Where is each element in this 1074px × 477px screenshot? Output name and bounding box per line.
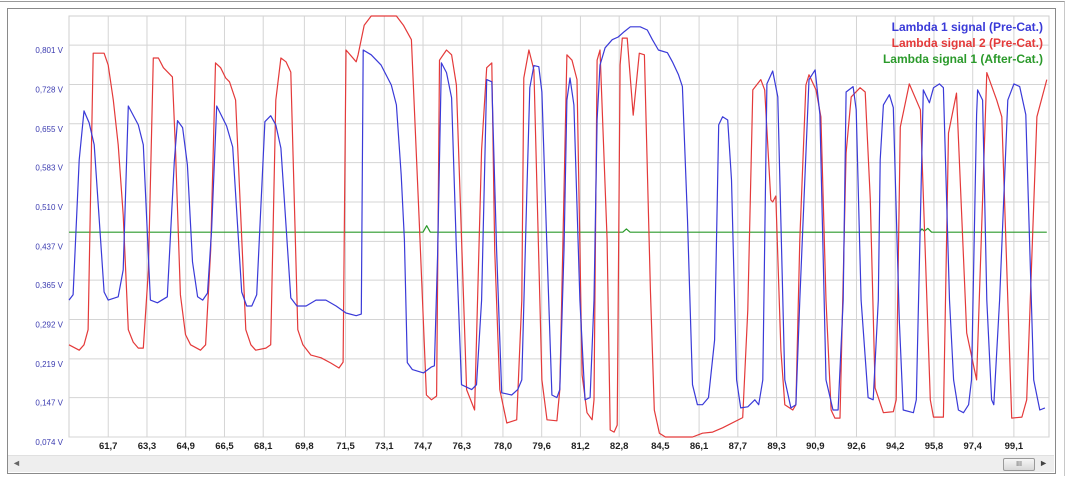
legend-entry-series-2: Lambda signal 2 (Pre-Cat.) (892, 36, 1043, 50)
scroll-right-arrow-icon[interactable]: ► (1039, 458, 1048, 468)
y-tick-label: 0,074 V (35, 438, 63, 447)
legend: Lambda 1 signal (Pre-Cat.) Lambda signal… (883, 20, 1043, 66)
x-tick-label: 92,6 (847, 441, 866, 452)
x-tick-label: 63,3 (138, 441, 157, 452)
x-tick-label: 82,8 (610, 441, 629, 452)
x-tick-label: 74,7 (414, 441, 433, 452)
x-tick-label: 61,7 (99, 441, 118, 452)
x-tick-label: 97,4 (963, 441, 982, 452)
x-tick-label: 84,5 (651, 441, 670, 452)
legend-entry-series-1: Lambda 1 signal (Pre-Cat.) (892, 20, 1043, 34)
x-tick-label: 68,1 (254, 441, 273, 452)
horizontal-scrollbar[interactable]: ◄ III ► (8, 455, 1054, 472)
y-axis-ticks: 0,801 V 0,728 V 0,655 V 0,583 V 0,510 V 0,437… (35, 46, 63, 447)
y-tick-label: 0,728 V (35, 85, 63, 94)
legend-entry-series-3: Lambda signal 1 (After-Cat.) (883, 52, 1043, 66)
x-tick-label: 76,3 (453, 441, 472, 452)
x-tick-label: 94,2 (886, 441, 905, 452)
x-tick-label: 78,0 (494, 441, 513, 452)
x-tick-label: 79,6 (532, 441, 551, 452)
x-tick-label: 95,8 (925, 441, 944, 452)
x-tick-label: 87,7 (729, 441, 748, 452)
x-tick-label: 90,9 (806, 441, 825, 452)
scroll-left-arrow-icon[interactable]: ◄ (12, 458, 21, 468)
x-tick-label: 86,1 (690, 441, 709, 452)
y-tick-label: 0,219 V (35, 360, 63, 369)
y-tick-label: 0,510 V (35, 203, 63, 212)
y-tick-label: 0,147 V (35, 399, 63, 408)
x-tick-label: 81,2 (571, 441, 590, 452)
x-tick-label: 71,5 (336, 441, 355, 452)
x-tick-label: 73,1 (375, 441, 394, 452)
x-tick-label: 64,9 (176, 441, 195, 452)
x-tick-label: 66,5 (215, 441, 234, 452)
y-tick-label: 0,437 V (35, 242, 63, 251)
y-tick-label: 0,583 V (35, 164, 63, 173)
x-tick-label: 69,8 (295, 441, 314, 452)
x-axis-ticks: 61,7 63,3 64,9 66,5 68,1 69,8 71,5 73,1 74,7 76,3… (99, 441, 1024, 452)
scrollbar-thumb[interactable]: III (1003, 458, 1035, 471)
lambda-signal-chart: 0,801 V 0,728 V 0,655 V 0,583 V 0,510 V 0,437… (35, 15, 1050, 452)
y-tick-label: 0,801 V (35, 46, 63, 55)
y-tick-label: 0,365 V (35, 281, 63, 290)
y-tick-label: 0,292 V (35, 320, 63, 329)
y-tick-label: 0,655 V (35, 125, 63, 134)
x-tick-label: 89,3 (767, 441, 786, 452)
x-tick-label: 99,1 (1005, 441, 1024, 452)
